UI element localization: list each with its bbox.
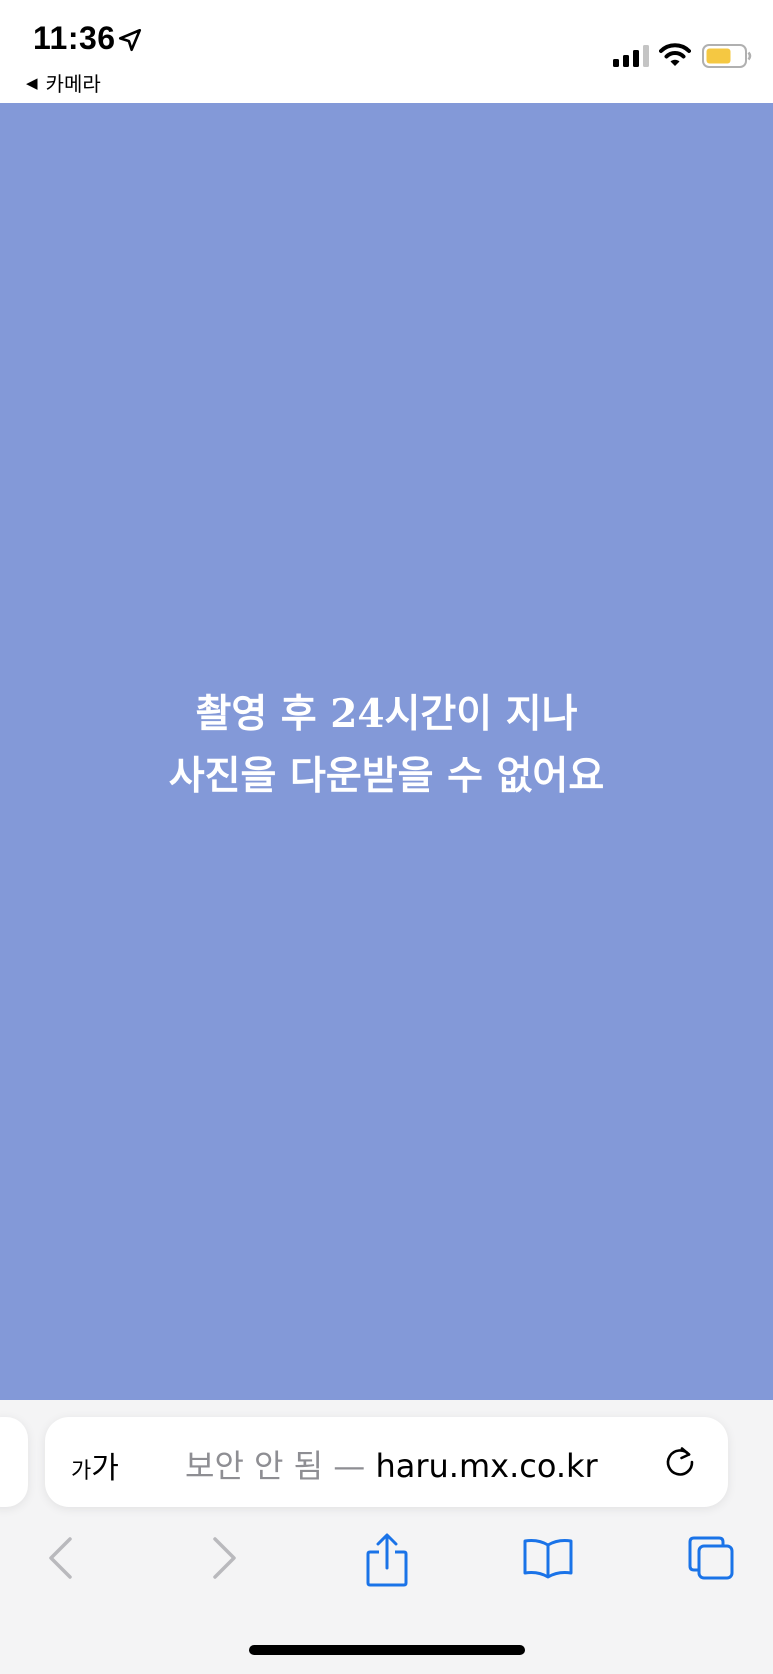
share-icon (366, 1533, 408, 1587)
cellular-signal-icon (613, 45, 649, 67)
back-to-app-button[interactable]: ◀ 카메라 (26, 68, 101, 97)
message-line-2: 사진을 다운받을 수 없어요 (168, 753, 605, 799)
web-content: 촬영 후 24시간이 지나 사진을 다운받을 수 없어요 (0, 103, 773, 1400)
forward-button[interactable] (205, 1531, 245, 1585)
bookmarks-button[interactable] (522, 1531, 574, 1585)
location-arrow-icon (118, 28, 142, 52)
not-secure-label: 보안 안 됨 — (185, 1447, 376, 1485)
reload-icon[interactable] (662, 1444, 698, 1480)
battery-icon (702, 44, 752, 68)
url-domain: haru.mx.co.kr (375, 1447, 598, 1485)
message-line-1: 촬영 후 24시간이 지나 (195, 691, 578, 737)
previous-tab-peek[interactable] (0, 1417, 28, 1507)
bookmarks-book-icon (523, 1539, 573, 1579)
status-time: 11:36 (33, 20, 116, 56)
back-chevron-icon (49, 1537, 72, 1579)
expired-message: 촬영 후 24시간이 지나 사진을 다운받을 수 없어요 (0, 683, 773, 807)
tabs-button[interactable] (686, 1531, 736, 1585)
text-size-button[interactable]: 가 가 (71, 1443, 119, 1487)
back-triangle-icon: ◀ (26, 73, 38, 92)
back-button[interactable] (40, 1531, 80, 1585)
forward-chevron-icon (213, 1537, 236, 1579)
share-button[interactable] (362, 1530, 412, 1590)
url-display[interactable]: 보안 안 됨 — haru.mx.co.kr (185, 1441, 598, 1487)
address-bar[interactable]: 가 가 보안 안 됨 — haru.mx.co.kr (45, 1417, 728, 1507)
tabs-icon (688, 1536, 734, 1580)
wifi-icon (659, 43, 691, 66)
back-app-label: 카메라 (45, 72, 101, 96)
status-bar: 11:36 ◀ 카메라 (0, 0, 773, 103)
home-indicator[interactable] (249, 1645, 525, 1655)
